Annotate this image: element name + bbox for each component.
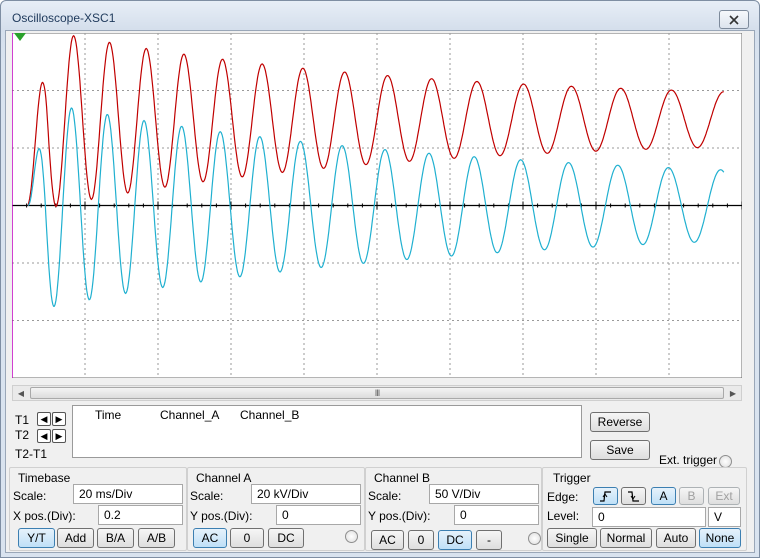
trigger-none-button[interactable]: None bbox=[699, 528, 741, 548]
timebase-scale-field[interactable]: 20 ms/Div bbox=[73, 484, 183, 504]
oscilloscope-window: Oscilloscope-XSC1 ◀ III ▶ T1 T2 T2-T1 ◀ … bbox=[0, 0, 760, 558]
window-title: Oscilloscope-XSC1 bbox=[12, 11, 116, 25]
edge-falling-button[interactable] bbox=[621, 487, 646, 505]
channel-b-radio[interactable] bbox=[528, 532, 541, 545]
channel-a-title: Channel A bbox=[196, 471, 252, 485]
mode-add-button[interactable]: Add bbox=[57, 528, 94, 548]
close-icon bbox=[729, 14, 739, 25]
scrollbar-thumb[interactable]: III bbox=[30, 387, 724, 399]
readout-time-header: Time bbox=[95, 408, 122, 422]
title-bar[interactable]: Oscilloscope-XSC1 bbox=[1, 1, 759, 31]
ext-trigger-label: Ext. trigger bbox=[659, 453, 718, 467]
edge-rising-button[interactable] bbox=[593, 487, 618, 505]
scroll-left-icon[interactable]: ◀ bbox=[13, 386, 29, 400]
channel-b-dc-button[interactable]: DC bbox=[438, 530, 472, 550]
reverse-button[interactable]: Reverse bbox=[590, 412, 650, 432]
channel-a-zero-button[interactable]: 0 bbox=[230, 528, 264, 548]
falling-edge-icon bbox=[628, 490, 639, 502]
timebase-title: Timebase bbox=[18, 471, 71, 485]
mode-ab-button[interactable]: A/B bbox=[138, 528, 175, 548]
t1-right-arrow-icon[interactable]: ▶ bbox=[52, 412, 66, 426]
channel-a-radio[interactable] bbox=[345, 530, 358, 543]
channel-b-title: Channel B bbox=[374, 471, 431, 485]
channel-b-ac-button[interactable]: AC bbox=[371, 530, 404, 550]
measurement-readout: Time Channel_A Channel_B bbox=[72, 405, 582, 458]
rising-edge-icon bbox=[600, 490, 611, 502]
channel-a-ypos-label: Y pos.(Div): bbox=[190, 509, 253, 523]
channel-b-ypos-field[interactable]: 0 bbox=[454, 505, 539, 525]
channel-b-scale-label: Scale: bbox=[368, 489, 402, 503]
trigger-level-field[interactable]: 0 bbox=[592, 507, 706, 527]
t2-t1-label: T2-T1 bbox=[15, 447, 48, 461]
trigger-source-ext-button[interactable]: Ext bbox=[708, 487, 740, 505]
channel-a-ac-button[interactable]: AC bbox=[193, 528, 227, 548]
trigger-level-unit[interactable]: V bbox=[708, 507, 741, 527]
trigger-title: Trigger bbox=[553, 471, 591, 485]
scope-plot bbox=[11, 32, 743, 379]
readout-channel-a-header: Channel_A bbox=[160, 408, 220, 422]
trigger-normal-button[interactable]: Normal bbox=[600, 528, 652, 548]
channel-b-minus-button[interactable]: - bbox=[476, 530, 502, 550]
trigger-source-a-button[interactable]: A bbox=[651, 487, 676, 505]
t2-right-arrow-icon[interactable]: ▶ bbox=[52, 429, 66, 443]
channel-b-zero-button[interactable]: 0 bbox=[408, 530, 434, 550]
timebase-xpos-field[interactable]: 0.2 bbox=[98, 505, 183, 525]
channel-a-ypos-field[interactable]: 0 bbox=[276, 505, 361, 525]
trigger-level-label: Level: bbox=[547, 509, 580, 523]
t1-left-arrow-icon[interactable]: ◀ bbox=[37, 412, 51, 426]
t2-left-arrow-icon[interactable]: ◀ bbox=[37, 429, 51, 443]
oscilloscope-screen[interactable] bbox=[11, 32, 743, 379]
timebase-scale-label: Scale: bbox=[13, 489, 47, 503]
trigger-auto-button[interactable]: Auto bbox=[656, 528, 696, 548]
scroll-right-icon[interactable]: ▶ bbox=[725, 386, 741, 400]
trigger-source-b-button[interactable]: B bbox=[679, 487, 704, 505]
readout-channel-b-header: Channel_B bbox=[240, 408, 300, 422]
t2-label: T2 bbox=[15, 428, 30, 442]
t1-label: T1 bbox=[15, 413, 30, 427]
mode-ba-button[interactable]: B/A bbox=[97, 528, 134, 548]
channel-b-ypos-label: Y pos.(Div): bbox=[368, 509, 431, 523]
mode-yt-button[interactable]: Y/T bbox=[18, 528, 55, 548]
channel-a-dc-button[interactable]: DC bbox=[268, 528, 304, 548]
scrollbar-grip: III bbox=[374, 388, 380, 398]
channel-a-scale-label: Scale: bbox=[190, 489, 224, 503]
close-button[interactable] bbox=[719, 10, 749, 29]
horizontal-scrollbar[interactable]: ◀ III ▶ bbox=[12, 385, 742, 401]
timebase-xpos-label: X pos.(Div): bbox=[13, 509, 76, 523]
trigger-single-button[interactable]: Single bbox=[547, 528, 597, 548]
channel-b-scale-field[interactable]: 50 V/Div bbox=[429, 484, 539, 504]
save-button[interactable]: Save bbox=[590, 440, 650, 460]
channel-a-scale-field[interactable]: 20 kV/Div bbox=[251, 484, 361, 504]
trigger-edge-label: Edge: bbox=[547, 490, 579, 504]
